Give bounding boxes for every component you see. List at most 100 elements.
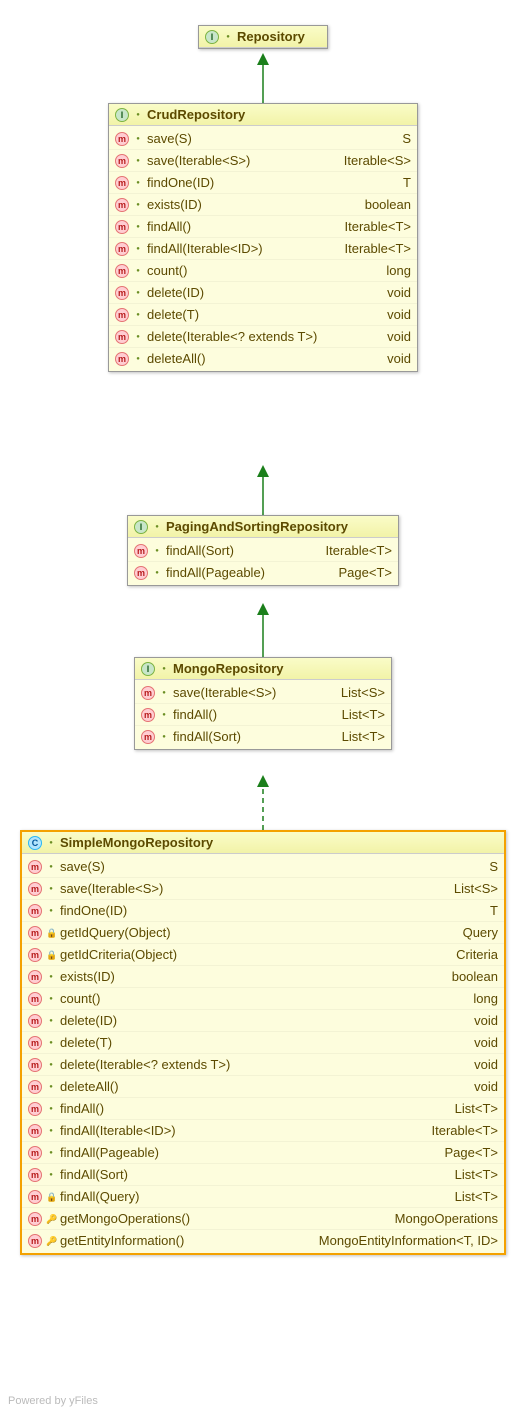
class-title: CrudRepository	[147, 107, 245, 122]
visibility-icon	[159, 687, 169, 699]
member-row[interactable]: mgetMongoOperations()MongoOperations	[22, 1207, 504, 1229]
member-row[interactable]: mdelete(Iterable<? extends T>)void	[109, 325, 417, 347]
visibility-icon	[46, 883, 56, 895]
member-signature: deleteAll()	[60, 1079, 119, 1094]
member-return-type: Iterable<T>	[345, 241, 412, 256]
method-icon: m	[141, 730, 155, 744]
method-icon: m	[28, 1014, 42, 1028]
member-signature: save(S)	[147, 131, 192, 146]
method-icon: m	[115, 198, 129, 212]
member-row[interactable]: mcount()long	[109, 259, 417, 281]
member-row[interactable]: mgetIdCriteria(Object)Criteria	[22, 943, 504, 965]
member-row[interactable]: mcount()long	[22, 987, 504, 1009]
method-icon: m	[28, 1168, 42, 1182]
visibility-icon	[133, 353, 143, 365]
class-header[interactable]: IRepository	[199, 26, 327, 48]
member-row[interactable]: mfindAll(Query)List<T>	[22, 1185, 504, 1207]
class-box-paging[interactable]: IPagingAndSortingRepositorymfindAll(Sort…	[127, 515, 399, 586]
method-icon: m	[115, 264, 129, 278]
member-row[interactable]: mexists(ID)boolean	[109, 193, 417, 215]
visibility-icon	[133, 309, 143, 321]
member-row[interactable]: mfindAll()Iterable<T>	[109, 215, 417, 237]
member-signature: getIdQuery(Object)	[60, 925, 171, 940]
member-return-type: void	[474, 1057, 498, 1072]
member-row[interactable]: mgetEntityInformation()MongoEntityInform…	[22, 1229, 504, 1251]
method-icon: m	[115, 154, 129, 168]
member-row[interactable]: mfindAll(Iterable<ID>)Iterable<T>	[109, 237, 417, 259]
class-box-crud[interactable]: ICrudRepositorymsave(S)S m save(Iterable<S…	[108, 103, 418, 372]
member-return-type: Iterable<T>	[326, 543, 393, 558]
member-row[interactable]: mfindAll(Sort)List<T>	[22, 1163, 504, 1185]
member-return-type: Page<T>	[445, 1145, 499, 1160]
member-row[interactable]: mdelete(ID)void	[109, 281, 417, 303]
method-icon: m	[115, 330, 129, 344]
member-row[interactable]: mdelete(ID)void	[22, 1009, 504, 1031]
member-row[interactable]: mfindAll(Sort)Iterable<T>	[128, 540, 398, 561]
method-icon: m	[115, 176, 129, 190]
member-row[interactable]: mdeleteAll()void	[109, 347, 417, 369]
member-signature: save(S)	[60, 859, 105, 874]
member-signature: findOne(ID)	[147, 175, 214, 190]
member-return-type: List<T>	[455, 1101, 498, 1116]
member-row[interactable]: mdelete(Iterable<? extends T>)void	[22, 1053, 504, 1075]
visibility-icon	[133, 199, 143, 211]
member-signature: findAll()	[173, 707, 217, 722]
member-return-type: Iterable<S>	[344, 153, 411, 168]
member-signature: getIdCriteria(Object)	[60, 947, 177, 962]
member-signature: delete(T)	[147, 307, 199, 322]
member-return-type: List<T>	[342, 707, 385, 722]
member-signature: findAll(Iterable<ID>)	[60, 1123, 176, 1138]
member-row[interactable]: m findAll(Iterable<ID>) Iterable<T>	[22, 1119, 504, 1141]
member-return-type: List<T>	[342, 729, 385, 744]
method-icon: m	[28, 1190, 42, 1204]
method-icon: m	[28, 1102, 42, 1116]
member-signature: deleteAll()	[147, 351, 206, 366]
class-title: MongoRepository	[173, 661, 284, 676]
member-return-type: void	[387, 285, 411, 300]
member-row[interactable]: mfindAll(Pageable)Page<T>	[22, 1141, 504, 1163]
class-header[interactable]: ICrudRepository	[109, 104, 417, 126]
member-row[interactable]: msave(S)S	[22, 856, 504, 877]
visibility-icon	[46, 1015, 56, 1027]
class-header[interactable]: IMongoRepository	[135, 658, 391, 680]
member-row[interactable]: mfindOne(ID)T	[109, 171, 417, 193]
visibility-icon	[133, 243, 143, 255]
visibility-icon	[152, 567, 162, 579]
member-row[interactable]: mexists(ID)boolean	[22, 965, 504, 987]
method-icon: m	[28, 1080, 42, 1094]
member-return-type: Page<T>	[339, 565, 393, 580]
member-signature: findAll(Sort)	[173, 729, 241, 744]
member-signature: save(Iterable<S>)	[147, 153, 250, 168]
class-box-simple[interactable]: CSimpleMongoRepositorymsave(S)Smsave(Ite…	[20, 830, 506, 1255]
member-row[interactable]: mfindOne(ID)T	[22, 899, 504, 921]
class-header[interactable]: CSimpleMongoRepository	[22, 832, 504, 854]
member-signature: delete(Iterable<? extends T>)	[147, 329, 317, 344]
member-row[interactable]: m save(Iterable<S>) Iterable<S>	[109, 149, 417, 171]
class-header[interactable]: IPagingAndSortingRepository	[128, 516, 398, 538]
visibility-icon	[46, 1147, 56, 1159]
visibility-icon	[46, 1081, 56, 1093]
member-row[interactable]: mdelete(T)void	[109, 303, 417, 325]
visibility-icon	[46, 837, 56, 849]
member-return-type: Iterable<T>	[432, 1123, 499, 1138]
visibility-icon	[46, 905, 56, 917]
member-row[interactable]: mgetIdQuery(Object)Query	[22, 921, 504, 943]
method-icon: m	[28, 1058, 42, 1072]
member-return-type: long	[386, 263, 411, 278]
member-signature: findOne(ID)	[60, 903, 127, 918]
member-row[interactable]: mfindAll()List<T>	[135, 703, 391, 725]
class-box-repo[interactable]: IRepository	[198, 25, 328, 49]
member-row[interactable]: mfindAll(Pageable)Page<T>	[128, 561, 398, 583]
member-row[interactable]: mfindAll()List<T>	[22, 1097, 504, 1119]
member-row[interactable]: m findAll(Sort) List<T>	[135, 725, 391, 747]
member-return-type: List<T>	[455, 1189, 498, 1204]
member-row[interactable]: mdelete(T)void	[22, 1031, 504, 1053]
member-row[interactable]: mdeleteAll()void	[22, 1075, 504, 1097]
method-icon: m	[28, 1124, 42, 1138]
member-return-type: List<T>	[455, 1167, 498, 1182]
member-row[interactable]: msave(Iterable<S>)List<S>	[135, 682, 391, 703]
class-box-mongo[interactable]: IMongoRepositorymsave(Iterable<S>)List<S…	[134, 657, 392, 750]
member-row[interactable]: msave(S)S	[109, 128, 417, 149]
visibility-icon	[159, 663, 169, 675]
member-row[interactable]: msave(Iterable<S>)List<S>	[22, 877, 504, 899]
